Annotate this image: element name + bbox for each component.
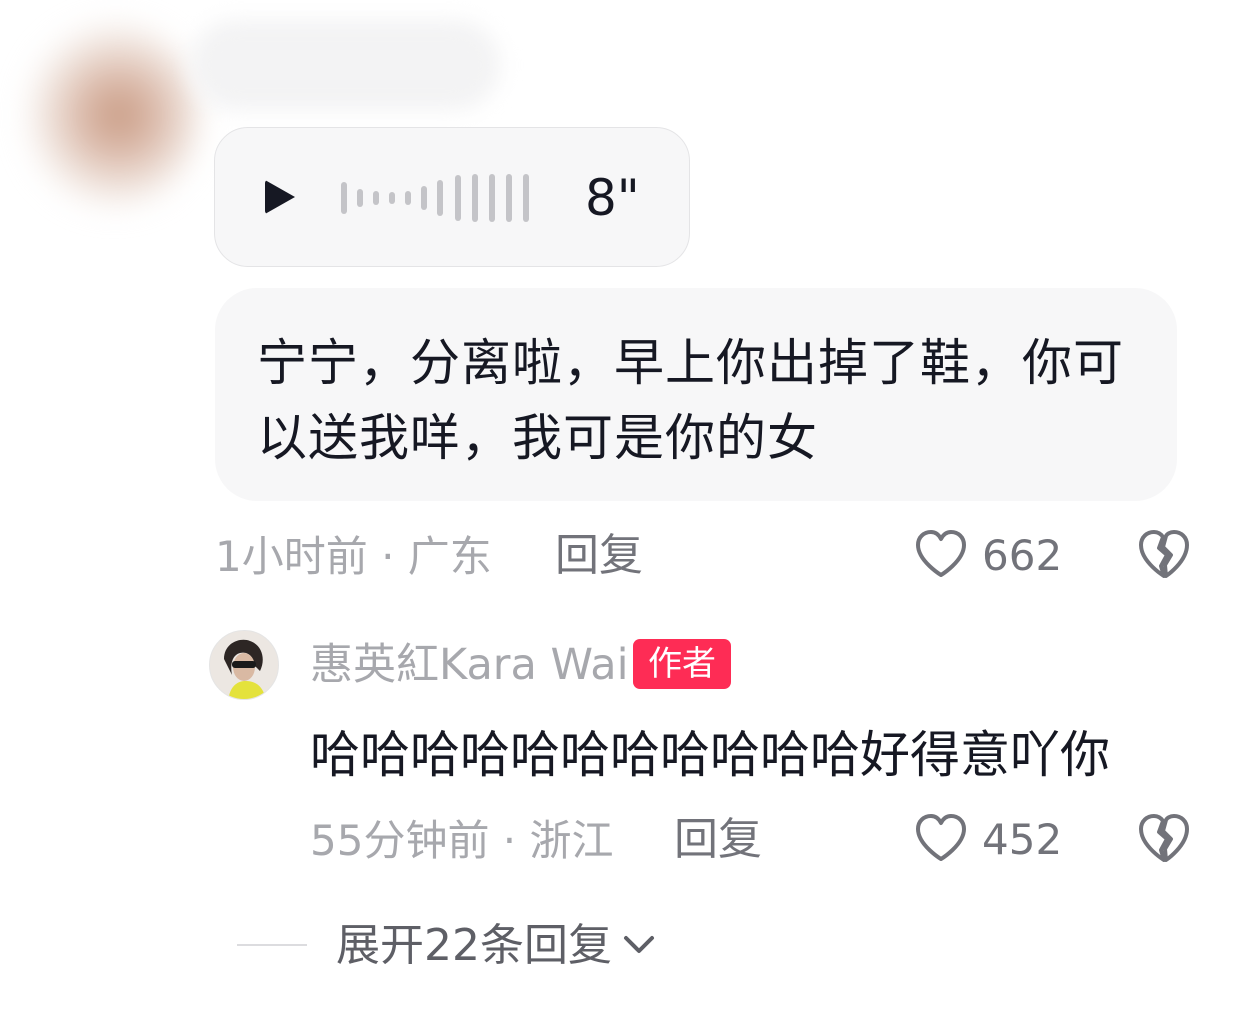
comment-like-count: 662	[982, 531, 1063, 580]
reply-text: 哈哈哈哈哈哈哈哈哈哈哈好得意吖你	[310, 726, 1110, 784]
broken-heart-icon[interactable]	[1136, 812, 1192, 864]
comment-bubble: 宁宁，分离啦，早上你出掉了鞋，你可以送我咩，我可是你的女	[215, 288, 1177, 501]
comment-text: 宁宁，分离啦，早上你出掉了鞋，你可以送我咩，我可是你的女	[257, 334, 1124, 467]
author-badge: 作者	[633, 639, 731, 689]
heart-outline-icon[interactable]	[914, 529, 968, 579]
reply-like-count: 452	[982, 815, 1063, 864]
chevron-down-icon[interactable]	[622, 933, 656, 957]
blurred-avatar	[20, 20, 200, 210]
blurred-username	[190, 20, 500, 110]
avatar[interactable]	[209, 630, 279, 700]
reply-meta: 55分钟前 · 浙江	[310, 816, 614, 865]
expand-divider	[237, 944, 307, 946]
heart-outline-icon[interactable]	[914, 813, 968, 863]
play-icon[interactable]	[265, 180, 295, 214]
reply-username[interactable]: 惠英紅Kara Wai	[310, 640, 629, 690]
voice-message[interactable]: 8"	[214, 127, 690, 267]
broken-heart-icon[interactable]	[1136, 528, 1192, 580]
reply-reply-button[interactable]: 回复	[674, 815, 762, 865]
comment-reply-button[interactable]: 回复	[555, 531, 643, 581]
waveform-icon	[341, 128, 541, 268]
comment-meta: 1小时前 · 广东	[215, 532, 492, 581]
voice-duration: 8"	[585, 169, 640, 227]
expand-replies-button[interactable]: 展开22条回复	[336, 920, 612, 972]
